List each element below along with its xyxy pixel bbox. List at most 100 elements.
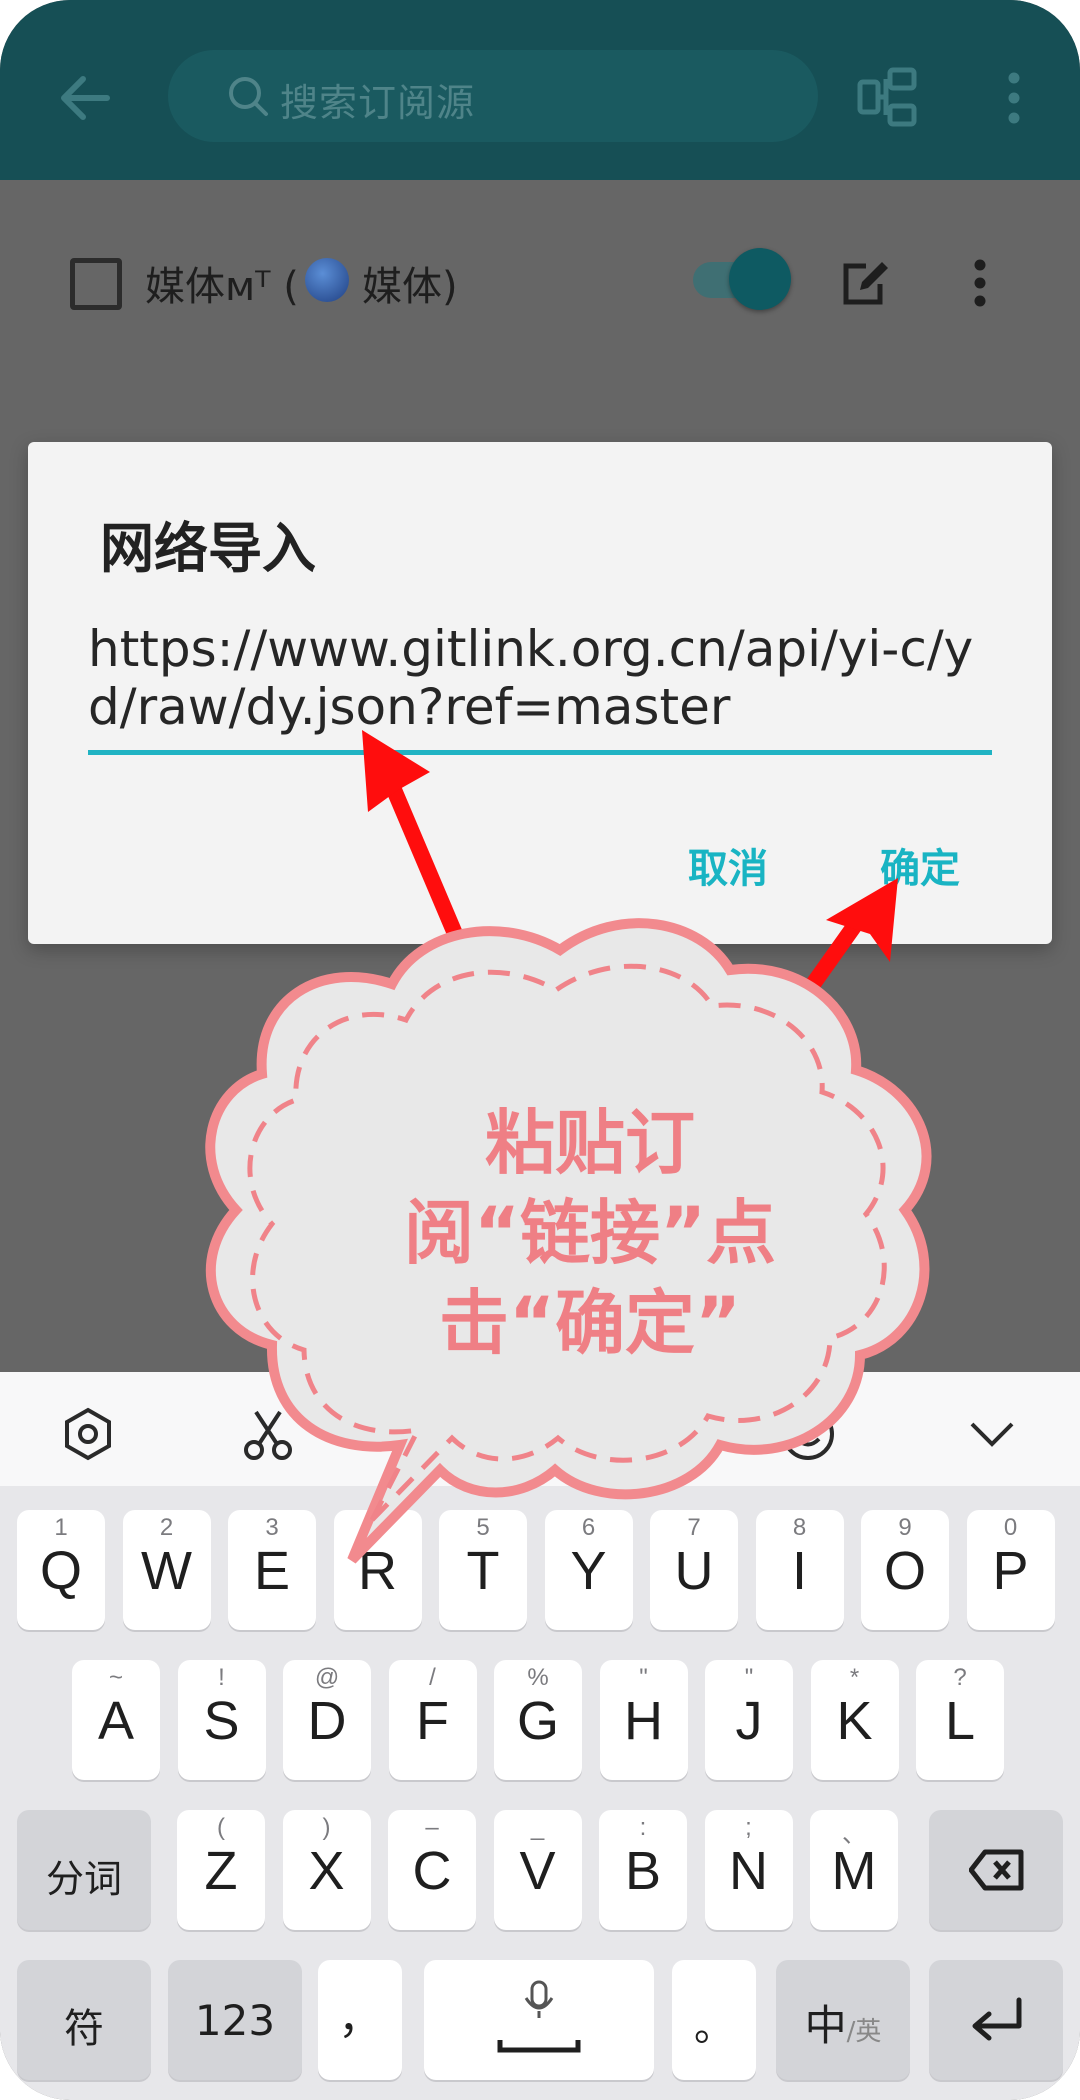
cancel-button[interactable]: 取消 — [688, 836, 768, 894]
symbol-key[interactable]: 符 — [17, 1960, 151, 2080]
group-icon[interactable] — [856, 66, 918, 128]
key-z[interactable]: (Z — [177, 1810, 265, 1930]
key-label: D — [307, 1691, 347, 1751]
key-label: O — [883, 1541, 926, 1601]
input-underline — [88, 750, 992, 755]
search-input[interactable]: 搜索订阅源 — [280, 72, 475, 127]
key-b[interactable]: :B — [599, 1810, 687, 1930]
app-bar: 搜索订阅源 — [0, 0, 1080, 180]
key-secondary-label: ( — [217, 1814, 225, 1841]
key-label: L — [944, 1691, 976, 1751]
key-secondary-label: 3 — [265, 1514, 279, 1541]
search-icon — [229, 77, 268, 116]
key-label: H — [624, 1691, 663, 1751]
key-label: B — [624, 1841, 662, 1901]
chevron-down-icon[interactable] — [964, 1406, 1020, 1462]
key-secondary-label: % — [527, 1664, 549, 1691]
confirm-button[interactable]: 确定 — [880, 836, 960, 894]
key-c[interactable]: – C — [388, 1810, 476, 1930]
space-key[interactable] — [424, 1960, 654, 2080]
key-label: A — [97, 1691, 135, 1751]
key-secondary-label: 6 — [581, 1514, 596, 1541]
key-label: G — [516, 1691, 559, 1751]
search-box[interactable]: 搜索订阅源 — [168, 50, 818, 142]
edit-icon[interactable] — [842, 258, 890, 306]
key-t[interactable]: 5T — [439, 1510, 527, 1630]
key-secondary-label: ! — [218, 1664, 225, 1691]
key-secondary-label: @ — [314, 1664, 340, 1691]
backspace-icon — [969, 1849, 1024, 1891]
key-u[interactable]: 7U — [650, 1510, 738, 1630]
key-e[interactable]: 3E — [228, 1510, 316, 1630]
back-arrow-icon[interactable] — [55, 68, 115, 128]
period-key[interactable]: 。 — [672, 1960, 756, 2080]
language-key-label: 中/英 — [776, 1992, 910, 2053]
key-secondary-label: ~ — [108, 1664, 123, 1691]
key-secondary-label: 2 — [159, 1514, 174, 1541]
item-more-icon[interactable] — [968, 258, 992, 308]
more-options-icon[interactable] — [1002, 70, 1026, 126]
key-secondary-label: * — [849, 1664, 860, 1691]
key-label: E — [253, 1541, 291, 1601]
key-secondary-label: 8 — [792, 1514, 807, 1541]
source-group: 媒体) — [362, 264, 458, 310]
source-name: 媒体ᴍᵀ ( — [145, 264, 299, 310]
key-r[interactable]: 4R — [333, 1510, 422, 1630]
key-secondary-label: 1 — [54, 1514, 68, 1541]
key-v[interactable]: _ V — [493, 1810, 582, 1930]
key-label: S — [203, 1691, 240, 1751]
enter-key[interactable] — [929, 1960, 1063, 2080]
key-secondary-label: 4 — [370, 1514, 385, 1541]
key-q[interactable]: 1Q — [17, 1510, 105, 1630]
key-label: X — [308, 1841, 345, 1901]
key-secondary-label: 5 — [476, 1514, 490, 1541]
source-checkbox[interactable] — [70, 258, 122, 310]
key-secondary-label: – — [425, 1814, 439, 1841]
key-secondary-label: ? — [953, 1664, 967, 1691]
key-l[interactable]: ? L — [916, 1660, 1004, 1780]
key-o[interactable]: 9O — [861, 1510, 949, 1630]
backspace-key[interactable] — [929, 1810, 1063, 1930]
key-label: T — [466, 1541, 500, 1601]
annotation-line: 击“确定” — [438, 1282, 741, 1364]
key-s[interactable]: ! S — [177, 1660, 266, 1780]
key-m[interactable]: 、 M — [810, 1810, 898, 1930]
clipboard-icon[interactable] — [420, 1406, 476, 1462]
key-secondary-label: 0 — [1003, 1514, 1018, 1541]
enable-switch-knob[interactable] — [729, 248, 791, 310]
key-secondary-label: _ — [530, 1814, 545, 1841]
number-key[interactable]: 123 — [168, 1960, 302, 2080]
key-n[interactable]: ; N — [704, 1810, 793, 1930]
language-key[interactable]: 中/英 — [776, 1960, 910, 2080]
key-label: J — [735, 1691, 763, 1751]
key-d[interactable]: @ D — [283, 1660, 371, 1780]
source-list-item[interactable]: 媒体ᴍᵀ ( 媒体) — [0, 180, 1080, 380]
key-label: K — [836, 1691, 873, 1751]
key-y[interactable]: 6Y — [544, 1510, 633, 1630]
key-label: V — [519, 1841, 556, 1901]
key-f[interactable]: / F — [388, 1660, 477, 1780]
key-p[interactable]: 0P — [966, 1510, 1055, 1630]
key-w[interactable]: 2W — [122, 1510, 211, 1630]
comma-key[interactable]: ， — [318, 1960, 402, 2080]
key-x[interactable]: ) X — [282, 1810, 371, 1930]
scissors-icon[interactable] — [240, 1406, 296, 1462]
key-h[interactable]: " H — [599, 1660, 688, 1780]
key-j[interactable]: " J — [705, 1660, 793, 1780]
network-import-dialog: 网络导入 https://www.gitlink.org.cn/api/yi-c… — [28, 442, 1052, 944]
key-i[interactable]: 8I — [755, 1510, 844, 1630]
segment-key[interactable]: 分词 — [17, 1810, 151, 1930]
key-a[interactable]: ~ A — [72, 1660, 160, 1780]
emoji-icon[interactable] — [780, 1406, 836, 1462]
key-g[interactable]: % G — [494, 1660, 582, 1780]
symbol-key-label: 符 — [64, 2006, 104, 2052]
url-input[interactable]: https://www.gitlink.org.cn/api/yi-c/yd/r… — [88, 620, 992, 736]
key-secondary-label: : — [639, 1814, 647, 1841]
cursor-icon[interactable] — [602, 1406, 658, 1462]
key-k[interactable]: * K — [810, 1660, 899, 1780]
language-secondary: /英 — [846, 2017, 882, 2047]
settings-hexagon-icon[interactable] — [60, 1406, 116, 1462]
language-primary: 中 — [804, 2001, 847, 2050]
comma-key-label: ， — [338, 1993, 382, 2044]
keyboard-toolbar — [0, 1372, 1080, 1486]
